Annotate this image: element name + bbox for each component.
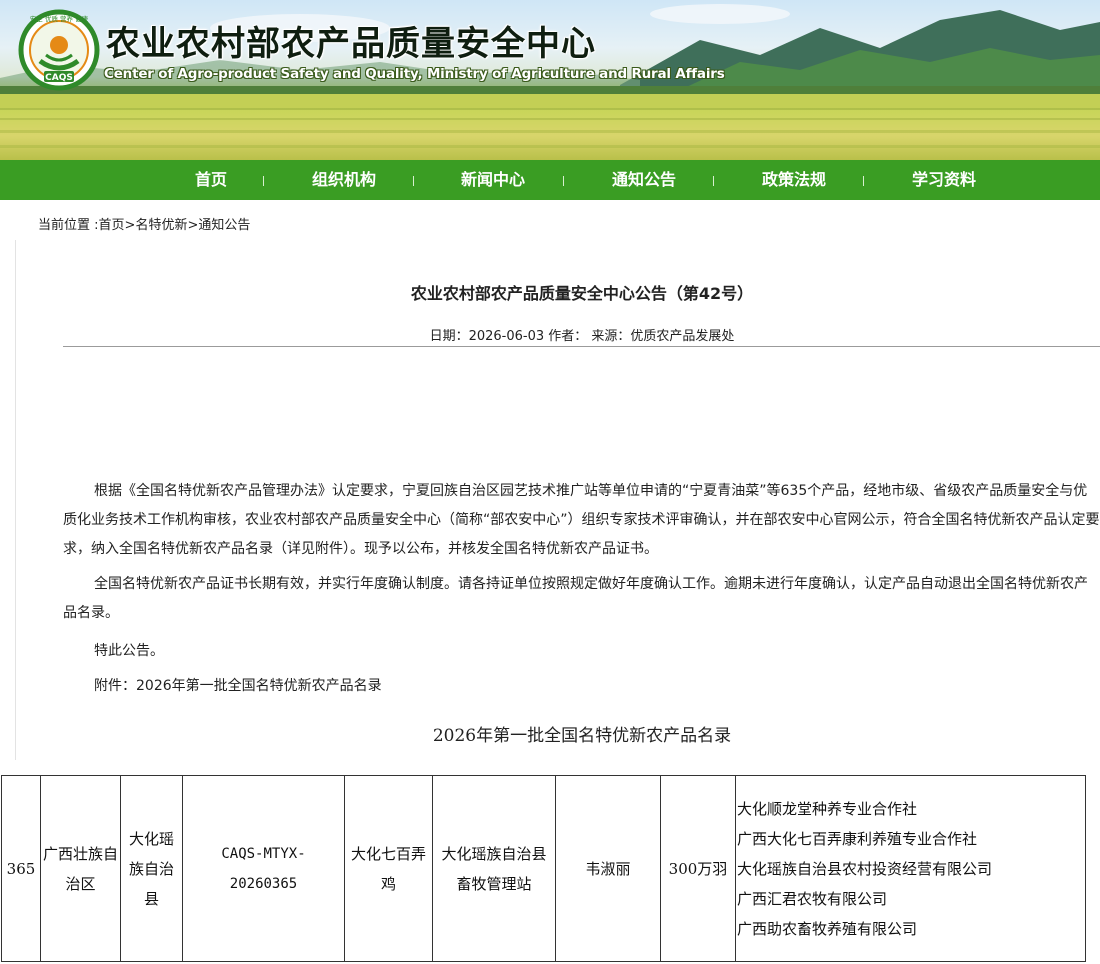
nav-item-policies[interactable]: 政策法规	[762, 160, 826, 200]
main-nav: 首页 组织机构 新闻中心 通知公告 政策法规 学习资料	[0, 160, 1100, 200]
site-subtitle: Center of Agro-product Safety and Qualit…	[104, 66, 725, 82]
table-row: 365 广西壮族自治区 大化瑶族自治县 CAQS-MTYX- 20260365 …	[1, 775, 1086, 962]
holder-item: 广西大化七百弄康利养殖专业合作社	[737, 829, 978, 848]
article-title: 农业农村部农产品质量安全中心公告（第42号）	[410, 284, 754, 303]
cell-product-name: 大化七百弄鸡	[344, 775, 433, 962]
nav-item-home[interactable]: 首页	[195, 160, 227, 200]
article-paragraph: 全国名特优新农产品证书长期有效，并实行年度确认制度。请各持证单位按照规定做好年度…	[63, 576, 1088, 621]
site-banner: CAQS 安全 优质 营养 健康 农业农村部农产品质量安全中心 Center o…	[0, 0, 1100, 160]
nav-separator	[563, 176, 564, 186]
holder-item: 广西汇君农牧有限公司	[737, 889, 888, 908]
article-meta: 日期：2026-06-03 作者： 来源：优质农产品发展处	[429, 329, 735, 344]
holder-item: 大化瑶族自治县农村投资经营有限公司	[737, 859, 993, 878]
breadcrumb-prefix: 当前位置 :	[38, 218, 99, 233]
holder-item: 大化顺龙堂种养专业合作社	[737, 799, 918, 818]
logo-ring-text: 安全 优质 营养 健康	[30, 14, 89, 23]
cert-code-part1: CAQS-MTYX-	[221, 845, 306, 862]
cell-scale: 300万羽	[660, 775, 736, 962]
article-left-border	[15, 240, 16, 760]
article-paragraph: 根据《全国名特优新农产品管理办法》认定要求，宁夏回族自治区园艺技术推广站等单位申…	[63, 483, 1100, 557]
cell-province: 广西壮族自治区	[40, 775, 121, 962]
title-divider	[63, 346, 1100, 347]
breadcrumb-separator: >	[187, 218, 199, 233]
nav-item-organization[interactable]: 组织机构	[312, 160, 376, 200]
article-attachment-note: 附件：2026年第一批全国名特优新农产品名录	[94, 678, 382, 694]
nav-item-news[interactable]: 新闻中心	[461, 160, 525, 200]
site-title: 农业农村部农产品质量安全中心	[106, 24, 596, 64]
logo-caqs-text: CAQS	[45, 73, 73, 83]
breadcrumb-separator: >	[124, 218, 136, 233]
nav-separator	[863, 176, 864, 186]
product-table: 365 广西壮族自治区 大化瑶族自治县 CAQS-MTYX- 20260365 …	[1, 775, 1086, 962]
breadcrumb: 当前位置 :首页>名特优新>通知公告	[38, 214, 250, 233]
cert-code-part2: 20260365	[229, 875, 298, 892]
cell-certificate-code: CAQS-MTYX- 20260365	[182, 775, 345, 962]
cell-number: 365	[1, 775, 41, 962]
caqs-logo[interactable]: CAQS 安全 优质 营养 健康	[18, 9, 100, 91]
cell-expert: 韦淑丽	[555, 775, 661, 962]
holder-item: 广西助农畜牧养殖有限公司	[737, 919, 918, 938]
article-paragraph: 特此公告。	[94, 643, 164, 659]
nav-separator	[263, 176, 264, 186]
breadcrumb-section-link[interactable]: 名特优新	[135, 218, 187, 233]
cell-applicant: 大化瑶族自治县畜牧管理站	[432, 775, 556, 962]
nav-separator	[713, 176, 714, 186]
cell-certificate-holders: 大化顺龙堂种养专业合作社 广西大化七百弄康利养殖专业合作社 大化瑶族自治县农村投…	[735, 775, 1086, 962]
breadcrumb-page-link[interactable]: 通知公告	[198, 218, 250, 233]
nav-separator	[413, 176, 414, 186]
product-list-title: 2026年第一批全国名特优新农产品名录	[432, 726, 732, 746]
breadcrumb-home-link[interactable]: 首页	[99, 218, 125, 233]
nav-item-notices[interactable]: 通知公告	[612, 160, 676, 200]
cell-county: 大化瑶族自治县	[120, 775, 183, 962]
nav-item-learning[interactable]: 学习资料	[912, 160, 976, 200]
